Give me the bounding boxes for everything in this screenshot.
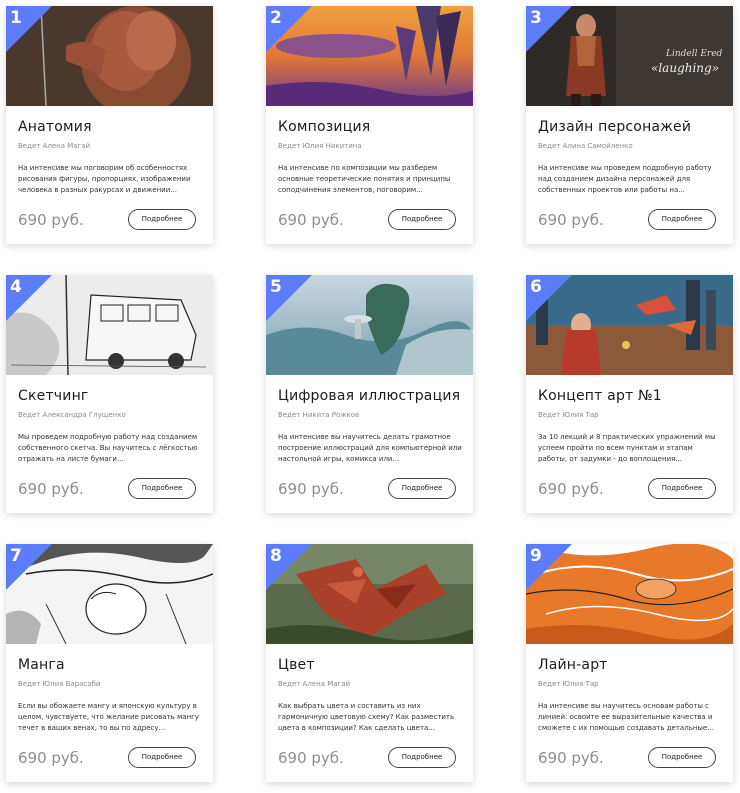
course-description: На интенсиве вы научитесь основам работы…	[538, 702, 714, 732]
course-image[interactable]: Lindell Ered «laughing» 3	[526, 6, 733, 106]
course-image[interactable]: 5	[266, 275, 473, 375]
course-card[interactable]: 4 Скетчинг Ведет Александра Глущенко Мы …	[6, 275, 213, 513]
details-button[interactable]: Подробнее	[648, 478, 716, 499]
course-image[interactable]: 1	[6, 6, 213, 106]
course-author: Ведет Юлия Никитина	[278, 142, 362, 150]
course-price: 690 руб.	[278, 480, 344, 498]
course-author: Ведет Алина Самойленко	[538, 142, 633, 150]
rank-number: 6	[530, 277, 542, 297]
course-title[interactable]: Скетчинг	[18, 388, 88, 404]
course-price: 690 руб.	[18, 480, 84, 498]
course-price: 690 руб.	[538, 480, 604, 498]
course-card[interactable]: Lindell Ered «laughing» 3 Дизайн персона…	[526, 6, 733, 244]
details-button[interactable]: Подробнее	[128, 478, 196, 499]
course-author: Ведет Никита Рожков	[278, 411, 360, 419]
course-description: Мы проведем подробную работу над создани…	[18, 433, 198, 463]
course-title[interactable]: Цифровая иллюстрация	[278, 388, 460, 404]
svg-text:«laughing»: «laughing»	[651, 61, 719, 75]
course-price: 690 руб.	[278, 211, 344, 229]
course-image[interactable]: 9	[526, 544, 733, 644]
course-description: Если вы обожаете мангу и японскую культу…	[18, 702, 199, 732]
course-description: Как выбрать цвета и составить из них гар…	[278, 702, 455, 732]
course-description: На интенсиве мы поговорим об особенностя…	[18, 164, 191, 194]
course-price: 690 руб.	[18, 211, 84, 229]
course-title[interactable]: Анатомия	[18, 119, 92, 135]
course-card[interactable]: 2 Композиция Ведет Юлия Никитина На инте…	[266, 6, 473, 244]
details-button[interactable]: Подробнее	[388, 209, 456, 230]
course-image[interactable]: 7	[6, 544, 213, 644]
details-button[interactable]: Подробнее	[648, 747, 716, 768]
course-title[interactable]: Цвет	[278, 657, 315, 673]
course-author: Ведет Юлия Тар	[538, 680, 599, 688]
details-button[interactable]: Подробнее	[388, 478, 456, 499]
course-card[interactable]: 8 Цвет Ведет Алена Магай Как выбрать цве…	[266, 544, 473, 782]
rank-number: 1	[10, 8, 22, 28]
course-image[interactable]: 8	[266, 544, 473, 644]
rank-number: 4	[10, 277, 22, 297]
course-author: Ведет Алена Магай	[278, 680, 351, 688]
course-price: 690 руб.	[278, 749, 344, 767]
rank-number: 8	[270, 546, 282, 566]
course-price: 690 руб.	[538, 211, 604, 229]
course-description: На интенсиве мы проведем подробную работ…	[538, 164, 712, 194]
course-title[interactable]: Дизайн персонажей	[538, 119, 691, 135]
course-title[interactable]: Композиция	[278, 119, 370, 135]
course-price: 690 руб.	[18, 749, 84, 767]
course-card[interactable]: 6 Концепт арт №1 Ведет Юлия Тар За 10 ле…	[526, 275, 733, 513]
course-author: Ведет Александра Глущенко	[18, 411, 126, 419]
course-author: Ведет Юлия Тар	[538, 411, 599, 419]
course-card[interactable]: 7 Манга Ведет Юлия Варасаби Если вы обож…	[6, 544, 213, 782]
course-image[interactable]: 6	[526, 275, 733, 375]
course-title[interactable]: Манга	[18, 657, 65, 673]
details-button[interactable]: Подробнее	[128, 209, 196, 230]
rank-number: 5	[270, 277, 282, 297]
rank-number: 2	[270, 8, 282, 28]
course-image[interactable]: 2	[266, 6, 473, 106]
course-description: За 10 лекций и 8 практических упражнений…	[538, 433, 716, 463]
rank-number: 3	[530, 8, 542, 28]
course-description: На интенсиве по композиции мы разберем о…	[278, 164, 451, 194]
course-author: Ведет Алена Магай	[18, 142, 91, 150]
course-description: На интенсиве вы научитесь делать грамотн…	[278, 433, 462, 463]
course-author: Ведет Юлия Варасаби	[18, 680, 101, 688]
rank-number: 7	[10, 546, 22, 566]
course-price: 690 руб.	[538, 749, 604, 767]
course-card[interactable]: 9 Лайн-арт Ведет Юлия Тар На интенсиве в…	[526, 544, 733, 782]
course-card[interactable]: 1 Анатомия Ведет Алена Магай На интенсив…	[6, 6, 213, 244]
details-button[interactable]: Подробнее	[388, 747, 456, 768]
course-title[interactable]: Концепт арт №1	[538, 388, 662, 404]
rank-number: 9	[530, 546, 542, 566]
course-card[interactable]: 5 Цифровая иллюстрация Ведет Никита Рожк…	[266, 275, 473, 513]
details-button[interactable]: Подробнее	[128, 747, 196, 768]
course-title[interactable]: Лайн-арт	[538, 657, 608, 673]
course-image[interactable]: 4	[6, 275, 213, 375]
svg-text:Lindell Ered: Lindell Ered	[665, 49, 723, 59]
details-button[interactable]: Подробнее	[648, 209, 716, 230]
